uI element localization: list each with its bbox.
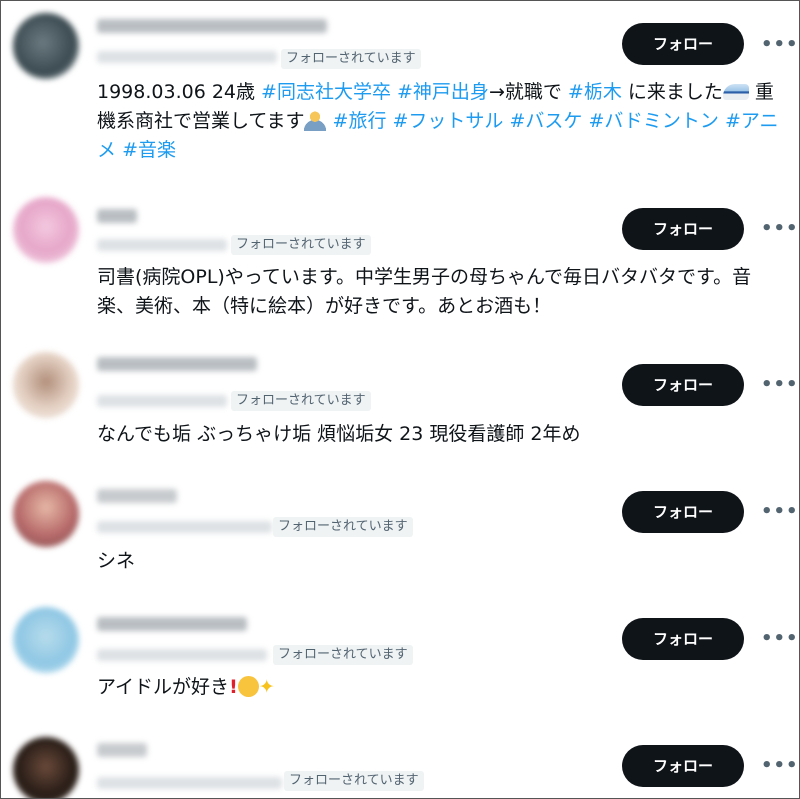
bio-text: →就職で	[488, 81, 568, 103]
hashtag-link[interactable]: #旅行	[333, 110, 387, 132]
handle-blurred[interactable]	[97, 777, 282, 789]
follow-button[interactable]: フォロー	[622, 208, 744, 250]
handle-blurred[interactable]	[97, 649, 267, 661]
office-worker-emoji	[304, 109, 327, 131]
train-emoji	[722, 84, 749, 100]
follows-you-badge: フォローされています	[281, 49, 421, 69]
follows-you-badge: フォローされています	[273, 517, 413, 537]
hashtag-link[interactable]: #バドミントン	[588, 110, 719, 132]
hashtag-link[interactable]: #バスケ	[509, 110, 582, 132]
more-options-icon[interactable]: •••	[761, 219, 798, 239]
bio-text: なんでも垢 ぶっちゃけ垢 煩悩垢女 23 現役看護師 2年め	[97, 423, 581, 445]
more-options-icon[interactable]: •••	[761, 629, 798, 649]
avatar[interactable]	[13, 481, 79, 547]
handle-blurred[interactable]	[97, 51, 277, 63]
hashtag-link[interactable]: #栃木	[568, 81, 622, 103]
follow-button[interactable]: フォロー	[622, 618, 744, 660]
follows-you-badge: フォローされています	[273, 645, 413, 665]
user-bio: 司書(病院OPL)やっています。中学生男子の母ちゃんで毎日バタバタです。音楽、美…	[97, 263, 787, 321]
more-options-icon[interactable]: •••	[761, 375, 798, 395]
hashtag-link[interactable]: #フットサル	[393, 110, 504, 132]
avatar[interactable]	[13, 352, 79, 418]
user-bio: なんでも垢 ぶっちゃけ垢 煩悩垢女 23 現役看護師 2年め	[97, 420, 787, 449]
display-name-blurred[interactable]	[97, 19, 327, 33]
user-cell-2[interactable]: フォローされています フォロー ••• 司書(病院OPL)やっています。中学生男…	[1, 181, 799, 339]
red-exclamation-emoji: !	[229, 676, 238, 698]
more-options-icon[interactable]: •••	[761, 35, 798, 55]
hashtag-link[interactable]: #同志社大学卒	[261, 81, 391, 103]
user-cell-3[interactable]: フォローされています フォロー ••• なんでも垢 ぶっちゃけ垢 煩悩垢女 23…	[1, 339, 799, 469]
follows-you-badge: フォローされています	[284, 771, 424, 791]
bio-text: 司書(病院OPL)やっています。中学生男子の母ちゃんで毎日バタバタです。音楽、美…	[97, 266, 752, 317]
sparkles-emoji: ✦	[258, 676, 275, 698]
hashtag-link[interactable]: #音楽	[122, 139, 176, 161]
follow-button[interactable]: フォロー	[622, 364, 744, 406]
hashtag-link[interactable]: #神戸出身	[397, 81, 489, 103]
user-bio: アイドルが好き! ✦	[97, 673, 787, 702]
follows-you-badge: フォローされています	[231, 391, 371, 411]
avatar[interactable]	[13, 737, 79, 798]
display-name-blurred[interactable]	[97, 617, 247, 631]
display-name-blurred[interactable]	[97, 489, 177, 503]
avatar[interactable]	[13, 607, 79, 673]
handle-blurred[interactable]	[97, 395, 227, 407]
follow-button[interactable]: フォロー	[622, 23, 744, 65]
bio-text: アイドルが好き	[97, 676, 230, 698]
follower-list: フォローされています フォロー ••• 1998.03.06 24歳 #同志社大…	[0, 0, 800, 799]
display-name-blurred[interactable]	[97, 357, 257, 371]
bio-text: 1998.03.06 24歳	[97, 81, 262, 103]
follow-button[interactable]: フォロー	[622, 491, 744, 533]
user-bio: シネ	[97, 547, 787, 576]
more-options-icon[interactable]: •••	[761, 502, 798, 522]
handle-blurred[interactable]	[97, 239, 227, 251]
follow-button[interactable]: フォロー	[622, 745, 744, 787]
smiling-face-emoji	[237, 676, 259, 697]
bio-text: シネ	[97, 550, 136, 572]
user-bio: 1998.03.06 24歳 #同志社大学卒 #神戸出身→就職で #栃木 に来ま…	[97, 78, 787, 165]
avatar[interactable]	[13, 197, 79, 263]
follows-you-badge: フォローされています	[231, 235, 371, 255]
user-cell-6[interactable]: フォローされています フォロー •••	[1, 729, 799, 798]
user-cell-1[interactable]: フォローされています フォロー ••• 1998.03.06 24歳 #同志社大…	[1, 1, 799, 181]
more-options-icon[interactable]: •••	[761, 756, 798, 776]
bio-text: に来ました	[621, 81, 723, 103]
display-name-blurred[interactable]	[97, 209, 137, 223]
handle-blurred[interactable]	[97, 521, 272, 533]
display-name-blurred[interactable]	[97, 743, 147, 757]
user-cell-4[interactable]: フォローされています フォロー ••• シネ	[1, 469, 799, 599]
user-cell-5[interactable]: フォローされています フォロー ••• アイドルが好き! ✦	[1, 599, 799, 729]
avatar[interactable]	[13, 13, 79, 79]
